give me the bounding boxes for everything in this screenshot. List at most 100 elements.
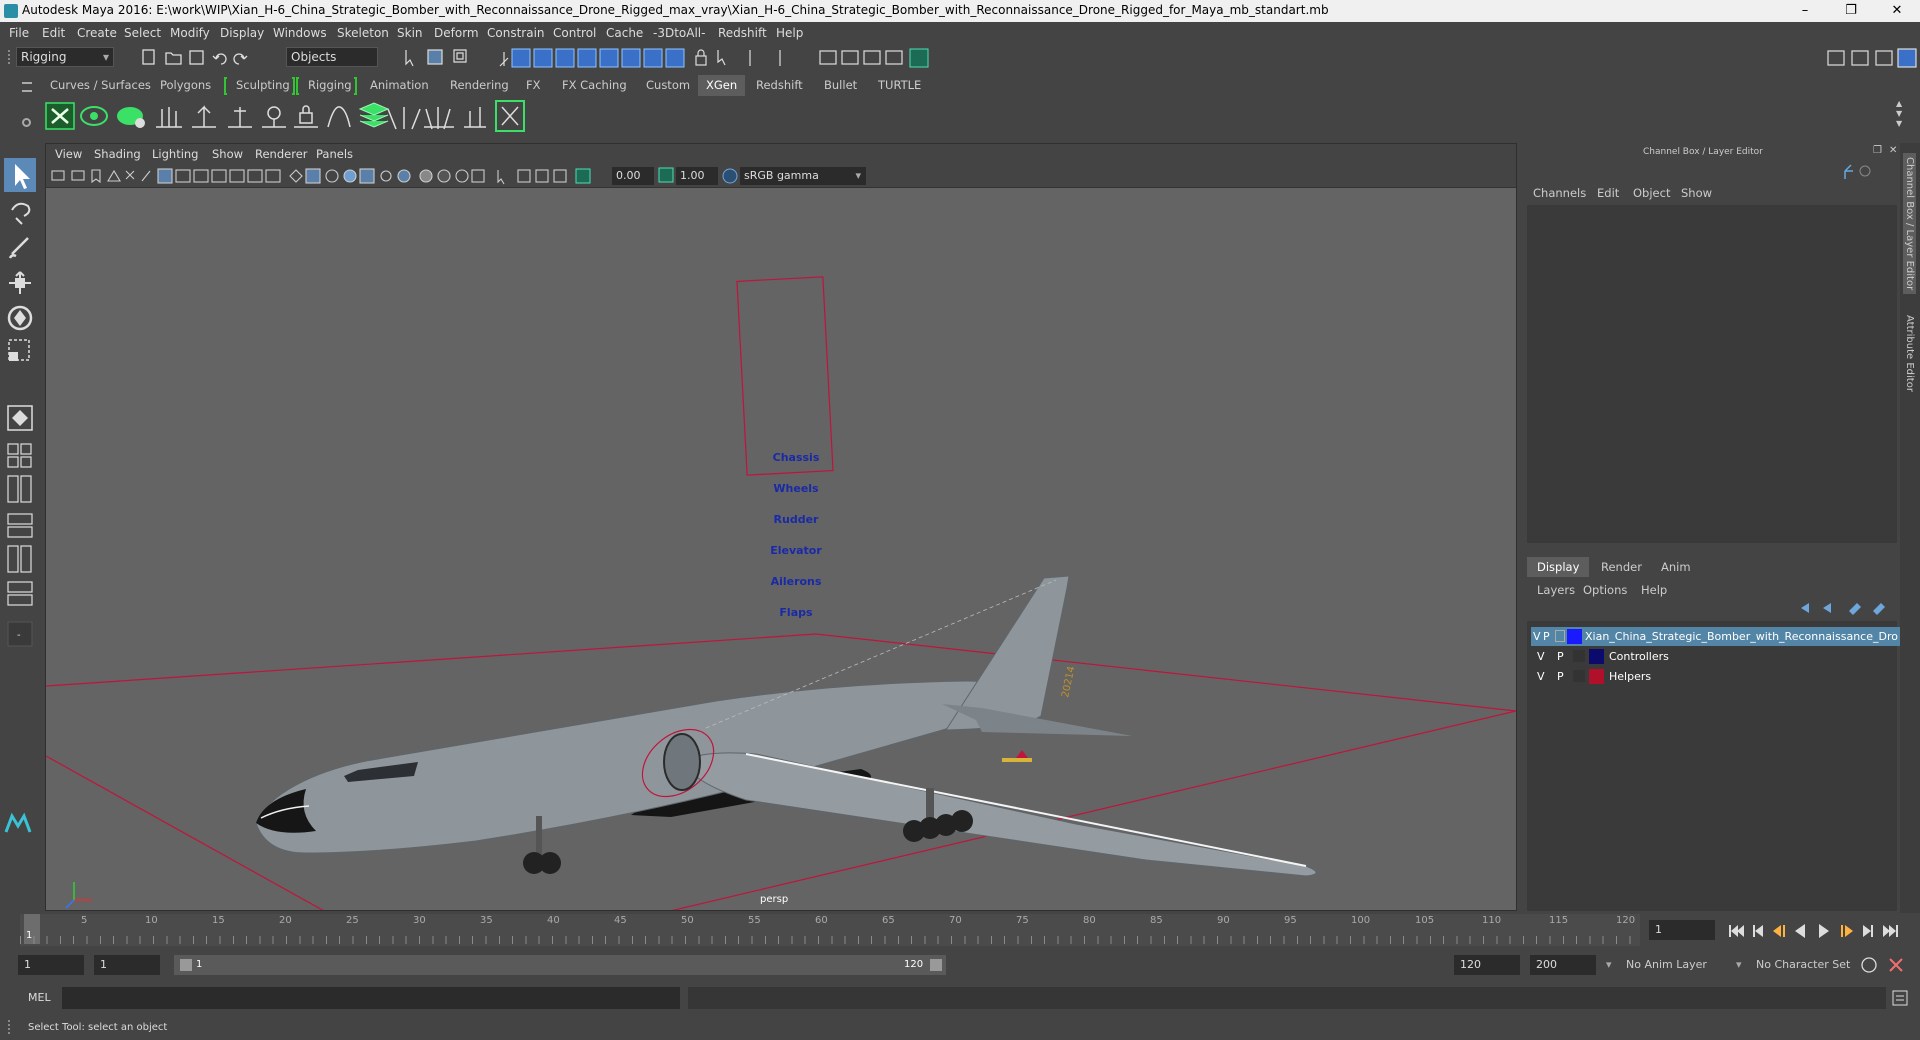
range-start-handle[interactable] xyxy=(180,959,192,971)
range-end-handle[interactable] xyxy=(930,959,942,971)
shelf-tab-polygons[interactable]: Polygons xyxy=(152,75,219,96)
shelf-tab-redshift[interactable]: Redshift xyxy=(748,75,811,96)
side-tab-attribute-editor[interactable]: Attribute Editor xyxy=(1903,311,1916,396)
animation-start-field[interactable]: 1 xyxy=(18,955,84,975)
exposure-field[interactable]: 0.00 xyxy=(612,167,654,185)
channelbox-menu-edit[interactable]: Edit xyxy=(1597,186,1619,200)
menu-redshift[interactable]: Redshift xyxy=(718,26,767,40)
shelf-tab-turtle[interactable]: TURTLE xyxy=(870,75,929,96)
layer-playback-toggle[interactable]: P xyxy=(1543,630,1550,643)
shelf-tab-rendering[interactable]: Rendering xyxy=(442,75,517,96)
panel-float-icon[interactable]: ❐ xyxy=(1873,145,1882,156)
playback-end-field[interactable]: 120 xyxy=(1454,955,1520,975)
layer-reference-toggle[interactable] xyxy=(1573,670,1585,682)
menu-file[interactable]: File xyxy=(9,26,29,40)
layer-menu-options[interactable]: Options xyxy=(1583,583,1627,597)
layer-visibility-toggle[interactable]: V xyxy=(1537,650,1545,663)
time-slider[interactable]: 1 5 10 15 20 25 30 35 40 45 50 55 60 65 … xyxy=(20,914,1640,946)
shelf-tab-animation[interactable]: Animation xyxy=(362,75,437,96)
layer-name[interactable]: Helpers xyxy=(1609,670,1651,683)
gamma-field[interactable]: 1.00 xyxy=(676,167,718,185)
shelf-tab-fx-caching[interactable]: FX Caching xyxy=(554,75,635,96)
menu-cache[interactable]: Cache xyxy=(606,26,643,40)
shelf-tab-bullet[interactable]: Bullet xyxy=(816,75,865,96)
viewport-menu-shading[interactable]: Shading xyxy=(94,147,141,161)
side-tab-channel-box[interactable]: Channel Box / Layer Editor xyxy=(1903,153,1916,295)
shelf-scroll-arrows[interactable]: ▲ ▼ ▼ xyxy=(1896,99,1902,129)
viewport-menu-lighting[interactable]: Lighting xyxy=(152,147,198,161)
menu-constrain[interactable]: Constrain xyxy=(487,26,545,40)
menu-help[interactable]: Help xyxy=(776,26,803,40)
menu-deform[interactable]: Deform xyxy=(434,26,479,40)
menu-display[interactable]: Display xyxy=(220,26,264,40)
anim-layer-dropdown[interactable]: ▾ No Anim Layer xyxy=(1606,955,1742,975)
viewport-menu-show[interactable]: Show xyxy=(212,147,243,161)
close-button[interactable]: ✕ xyxy=(1874,0,1920,22)
selection-mode-dropdown[interactable]: Objects xyxy=(286,47,378,67)
layer-playback-toggle[interactable]: P xyxy=(1557,650,1564,663)
layer-tab-render[interactable]: Render xyxy=(1591,557,1652,577)
menu-skeleton[interactable]: Skeleton xyxy=(337,26,389,40)
menu-skin[interactable]: Skin xyxy=(397,26,423,40)
layer-visibility-toggle[interactable]: V xyxy=(1537,670,1545,683)
layer-playback-toggle[interactable]: P xyxy=(1557,670,1564,683)
menu-control[interactable]: Control xyxy=(553,26,596,40)
command-language-label[interactable]: MEL xyxy=(28,991,51,1004)
range-slider[interactable]: 1 120 xyxy=(174,955,946,975)
layer-row[interactable]: V P Helpers xyxy=(1531,667,1903,686)
rig-control-elevator[interactable]: Elevator xyxy=(756,535,836,566)
menu-select[interactable]: Select xyxy=(124,26,161,40)
rig-control-ailerons[interactable]: Ailerons xyxy=(756,566,836,597)
rig-control-wheels[interactable]: Wheels xyxy=(756,473,836,504)
minimize-button[interactable]: – xyxy=(1782,0,1828,22)
layer-visibility-toggle[interactable]: V xyxy=(1533,630,1541,643)
menu-set-dropdown[interactable]: Rigging ▾ xyxy=(16,47,114,67)
rig-control-chassis[interactable]: Chassis xyxy=(756,442,836,473)
shelf-settings-icon[interactable] xyxy=(22,118,31,127)
shelf-tab-fx[interactable]: FX xyxy=(518,75,549,96)
playback-start-field[interactable]: 1 xyxy=(94,955,160,975)
layer-name[interactable]: Controllers xyxy=(1609,650,1669,663)
layer-color-swatch[interactable] xyxy=(1589,649,1604,664)
rig-control-rudder[interactable]: Rudder xyxy=(756,504,836,535)
channel-list[interactable] xyxy=(1527,205,1897,543)
panel-close-icon[interactable]: ✕ xyxy=(1889,145,1897,156)
viewport-menu-renderer[interactable]: Renderer xyxy=(255,147,308,161)
file-toolbar xyxy=(142,49,248,65)
viewport-panel[interactable]: View Shading Lighting Show Renderer Pane… xyxy=(45,143,1517,911)
channelbox-menu-show[interactable]: Show xyxy=(1681,186,1712,200)
shelf-menu-icon[interactable] xyxy=(22,82,32,92)
viewport-menu-panels[interactable]: Panels xyxy=(316,147,353,161)
rig-control-flaps[interactable]: Flaps xyxy=(756,597,836,628)
channelbox-menu-object[interactable]: Object xyxy=(1633,186,1670,200)
restore-button[interactable]: ❐ xyxy=(1828,0,1874,22)
layer-color-swatch[interactable] xyxy=(1567,629,1582,644)
shelf-tab-xgen[interactable]: XGen xyxy=(698,75,746,96)
layer-tab-anim[interactable]: Anim xyxy=(1651,557,1701,577)
layer-menu-help[interactable]: Help xyxy=(1641,583,1667,597)
layer-reference-toggle[interactable] xyxy=(1555,630,1565,642)
viewport-menu-view[interactable]: View xyxy=(55,147,82,161)
shelf-tab-curves-surfaces[interactable]: Curves / Surfaces xyxy=(42,75,159,96)
shelf-tab-rigging[interactable]: Rigging xyxy=(300,75,360,96)
layer-reference-toggle[interactable] xyxy=(1573,650,1585,662)
animation-end-field[interactable]: 200 xyxy=(1530,955,1596,975)
character-set-dropdown[interactable]: ▾ No Character Set xyxy=(1736,955,1866,975)
layer-color-swatch[interactable] xyxy=(1589,669,1604,684)
menu-windows[interactable]: Windows xyxy=(273,26,327,40)
layer-name[interactable]: Xian_China_Strategic_Bomber_with_Reconna… xyxy=(1585,630,1898,643)
menu-edit[interactable]: Edit xyxy=(42,26,65,40)
layer-tab-display[interactable]: Display xyxy=(1527,557,1590,577)
layer-row[interactable]: V P Xian_China_Strategic_Bomber_with_Rec… xyxy=(1531,627,1903,646)
menu-3dtoall[interactable]: -3DtoAll- xyxy=(653,26,705,40)
shelf-tab-sculpting[interactable]: Sculpting xyxy=(228,75,298,96)
colorspace-dropdown[interactable]: sRGB gamma ▾ xyxy=(740,167,866,185)
layer-menu-layers[interactable]: Layers xyxy=(1537,583,1575,597)
shelf-tab-custom[interactable]: Custom xyxy=(638,75,698,96)
command-input[interactable] xyxy=(62,987,680,1009)
channelbox-menu-channels[interactable]: Channels xyxy=(1533,186,1586,200)
menu-modify[interactable]: Modify xyxy=(170,26,210,40)
current-frame-field[interactable]: 1 xyxy=(1649,920,1715,940)
layer-row[interactable]: V P Controllers xyxy=(1531,647,1903,666)
menu-create[interactable]: Create xyxy=(77,26,117,40)
